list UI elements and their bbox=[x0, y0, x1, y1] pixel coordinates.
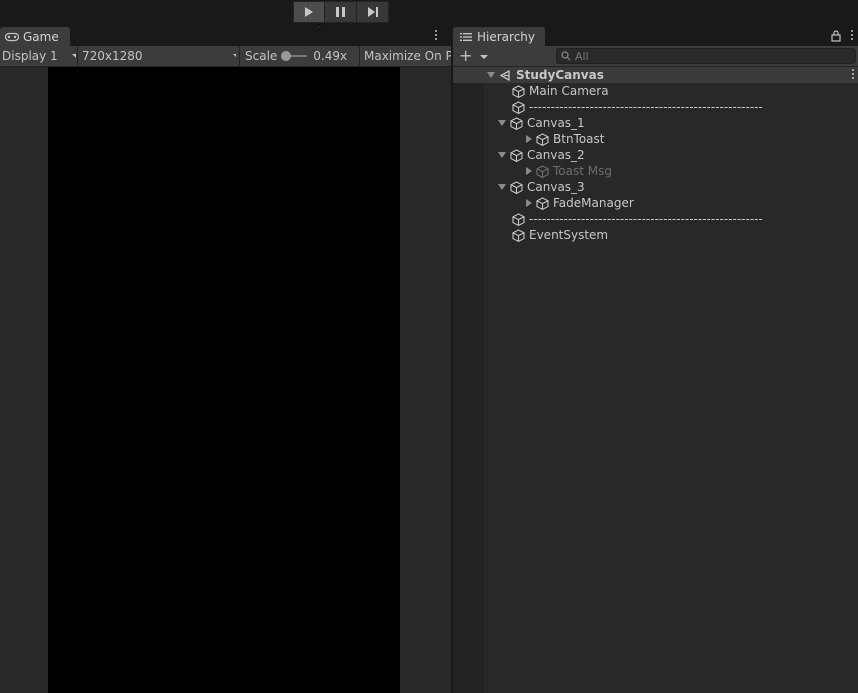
step-icon bbox=[367, 7, 378, 17]
hierarchy-item-label: BtnToast bbox=[553, 132, 605, 146]
game-panel: Game Display 1 720x1280 Scale 0.49x Maxi… bbox=[0, 27, 451, 693]
hierarchy-item[interactable]: Toast Msg bbox=[484, 163, 612, 179]
unity-scene-icon bbox=[499, 69, 510, 81]
hierarchy-item-label: Canvas_1 bbox=[527, 116, 585, 130]
hierarchy-toolbar: + bbox=[453, 46, 858, 67]
pause-button[interactable] bbox=[325, 1, 357, 23]
scale-slider-handle[interactable] bbox=[281, 51, 292, 61]
hierarchy-item[interactable]: FadeManager bbox=[484, 195, 634, 211]
fold-arrow-icon[interactable] bbox=[526, 199, 532, 207]
game-viewport[interactable] bbox=[0, 67, 451, 693]
search-input[interactable] bbox=[575, 49, 835, 63]
gameobject-cube-icon bbox=[512, 84, 525, 98]
hierarchy-item-label: ----------------------------------------… bbox=[529, 100, 763, 114]
hierarchy-item-label: EventSystem bbox=[529, 228, 609, 242]
hierarchy-tree: StudyCanvas Main Camera -----------------… bbox=[453, 67, 858, 693]
hierarchy-item[interactable]: ----------------------------------------… bbox=[484, 99, 763, 115]
gameobject-cube-icon bbox=[512, 212, 525, 226]
scale-slider[interactable] bbox=[281, 51, 308, 61]
divider bbox=[77, 46, 78, 66]
tab-game-label: Game bbox=[23, 29, 59, 44]
search-icon bbox=[561, 51, 571, 61]
gameobject-cube-icon bbox=[510, 116, 523, 130]
unity-editor: Game Display 1 720x1280 Scale 0.49x Maxi… bbox=[0, 0, 858, 693]
hierarchy-item-label: Canvas_2 bbox=[527, 148, 585, 162]
plus-icon: + bbox=[459, 46, 473, 65]
hierarchy-panel-menu-icon[interactable] bbox=[851, 30, 854, 40]
fold-arrow-icon[interactable] bbox=[526, 167, 532, 175]
hierarchy-item[interactable]: Main Camera bbox=[484, 83, 609, 99]
display-dropdown-label: Display 1 bbox=[2, 49, 58, 63]
fold-arrow-icon[interactable] bbox=[498, 120, 506, 126]
hierarchy-item[interactable]: Canvas_1 bbox=[484, 115, 585, 131]
gameobject-cube-icon bbox=[536, 196, 549, 210]
scale-label: Scale bbox=[245, 49, 278, 63]
add-object-button[interactable]: + bbox=[459, 46, 488, 65]
scene-menu-icon[interactable] bbox=[852, 69, 855, 79]
tab-hierarchy[interactable]: Hierarchy bbox=[453, 27, 545, 46]
hierarchy-item-label: FadeManager bbox=[553, 196, 634, 210]
hierarchy-tabbar: Hierarchy bbox=[453, 27, 858, 46]
play-controls bbox=[293, 1, 389, 23]
pause-icon bbox=[336, 7, 345, 17]
gamepad-icon bbox=[5, 32, 19, 41]
gameobject-cube-icon bbox=[536, 164, 549, 178]
chevron-down-icon bbox=[71, 54, 76, 58]
gameobject-cube-icon bbox=[510, 180, 523, 194]
tab-hierarchy-label: Hierarchy bbox=[477, 29, 536, 44]
scale-control: Scale 0.49x bbox=[245, 46, 358, 66]
hierarchy-item[interactable]: BtnToast bbox=[484, 131, 605, 147]
fold-arrow-icon[interactable] bbox=[498, 184, 506, 190]
lock-icon[interactable] bbox=[831, 30, 841, 42]
gameobject-cube-icon bbox=[536, 132, 549, 146]
chevron-down-icon bbox=[232, 54, 236, 58]
hierarchy-panel: Hierarchy + All StudyCanvas Main Camera … bbox=[453, 27, 858, 693]
maximize-on-play-toggle[interactable]: Maximize On Pl bbox=[364, 46, 451, 66]
play-icon bbox=[305, 7, 313, 17]
chevron-down-icon bbox=[479, 54, 488, 59]
scene-row[interactable]: StudyCanvas bbox=[453, 67, 858, 83]
divider bbox=[359, 46, 360, 66]
main-toolbar bbox=[0, 0, 858, 42]
fold-arrow-icon[interactable] bbox=[526, 135, 532, 143]
hierarchy-item[interactable]: Canvas_2 bbox=[484, 147, 585, 163]
hierarchy-tree-area: StudyCanvas Main Camera -----------------… bbox=[453, 67, 858, 693]
hierarchy-search bbox=[556, 48, 856, 64]
game-tabbar: Game bbox=[0, 27, 451, 46]
display-dropdown[interactable]: Display 1 bbox=[2, 46, 76, 66]
scale-value: 0.49x bbox=[313, 49, 348, 63]
resolution-dropdown[interactable]: 720x1280 bbox=[82, 46, 236, 66]
scene-name: StudyCanvas bbox=[516, 68, 604, 82]
fold-arrow-icon[interactable] bbox=[498, 152, 506, 158]
list-icon bbox=[460, 32, 472, 41]
hierarchy-item[interactable]: ----------------------------------------… bbox=[484, 211, 763, 227]
maximize-label: Maximize On Pl bbox=[364, 49, 451, 63]
game-toolbar: Display 1 720x1280 Scale 0.49x Maximize … bbox=[0, 46, 451, 67]
resolution-label: 720x1280 bbox=[82, 49, 143, 63]
tab-game[interactable]: Game bbox=[0, 27, 70, 46]
hierarchy-item-label: Canvas_3 bbox=[527, 180, 585, 194]
gameobject-cube-icon bbox=[510, 148, 523, 162]
hierarchy-item[interactable]: EventSystem bbox=[484, 227, 608, 243]
hierarchy-gutter bbox=[453, 67, 484, 693]
divider bbox=[239, 46, 240, 66]
gameobject-cube-icon bbox=[512, 100, 525, 114]
hierarchy-item[interactable]: Canvas_3 bbox=[484, 179, 585, 195]
game-render-area[interactable] bbox=[48, 67, 400, 693]
step-button[interactable] bbox=[357, 1, 389, 23]
hierarchy-item-label: Main Camera bbox=[529, 84, 609, 98]
hierarchy-item-label: Toast Msg bbox=[553, 164, 612, 178]
play-button[interactable] bbox=[293, 1, 325, 23]
game-panel-menu-icon[interactable] bbox=[435, 30, 438, 40]
hierarchy-item-label: ----------------------------------------… bbox=[529, 212, 763, 226]
fold-arrow-icon[interactable] bbox=[487, 72, 495, 78]
gameobject-cube-icon bbox=[512, 228, 525, 242]
